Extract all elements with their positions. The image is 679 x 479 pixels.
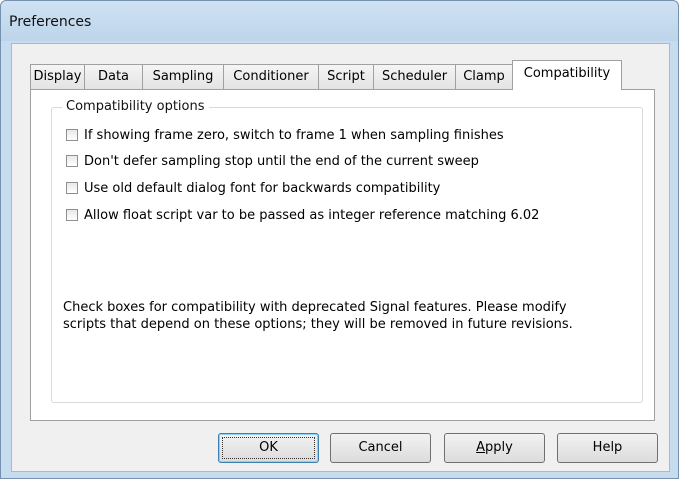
apply-accelerator: A [476, 440, 486, 455]
preferences-dialog: Preferences Display Data Sampling Condit… [0, 0, 679, 479]
focus-rectangle [222, 437, 315, 459]
help-label: Help [592, 440, 623, 455]
dialog-client-area: Display Data Sampling Conditioner Script… [11, 43, 670, 472]
tab-data[interactable]: Data [84, 64, 143, 89]
tab-display[interactable]: Display [30, 64, 85, 89]
tab-script[interactable]: Script [318, 64, 374, 89]
compatibility-note: Check boxes for compatibility with depre… [63, 299, 633, 333]
title-bar[interactable]: Preferences [1, 1, 678, 41]
tab-sampling[interactable]: Sampling [142, 64, 224, 89]
compatibility-options-group: Compatibility options If showing frame z… [51, 99, 643, 403]
checkbox[interactable] [66, 129, 78, 141]
option-label: Don't defer sampling stop until the end … [84, 153, 479, 169]
checkbox[interactable] [66, 155, 78, 167]
help-button[interactable]: Help [557, 433, 658, 463]
option-float-script-var[interactable]: Allow float script var to be passed as i… [66, 206, 539, 224]
apply-label: pply [485, 440, 513, 455]
compatibility-panel: Compatibility options If showing frame z… [30, 89, 655, 421]
tab-conditioner[interactable]: Conditioner [223, 64, 319, 89]
tab-compatibility[interactable]: Compatibility [512, 60, 622, 90]
note-line-1: Check boxes for compatibility with depre… [63, 300, 567, 315]
note-line-2: scripts that depend on these options; th… [63, 317, 573, 332]
option-defer-sampling-stop[interactable]: Don't defer sampling stop until the end … [66, 152, 479, 170]
window-title: Preferences [9, 14, 92, 30]
checkbox[interactable] [66, 209, 78, 221]
option-switch-frame-one[interactable]: If showing frame zero, switch to frame 1… [66, 126, 504, 144]
option-label: Allow float script var to be passed as i… [84, 207, 540, 223]
option-label: Use old default dialog font for backward… [84, 180, 441, 196]
tab-clamp[interactable]: Clamp [455, 64, 513, 89]
cancel-button[interactable]: Cancel [330, 433, 431, 463]
group-title: Compatibility options [62, 99, 209, 114]
apply-button[interactable]: Apply [444, 433, 545, 463]
ok-button[interactable]: OK [218, 433, 319, 463]
option-old-dialog-font[interactable]: Use old default dialog font for backward… [66, 179, 440, 197]
option-label: If showing frame zero, switch to frame 1… [84, 127, 504, 143]
checkbox[interactable] [66, 182, 78, 194]
tab-scheduler[interactable]: Scheduler [373, 64, 456, 89]
tab-strip: Display Data Sampling Conditioner Script… [30, 60, 650, 92]
cancel-label: Cancel [358, 440, 403, 455]
